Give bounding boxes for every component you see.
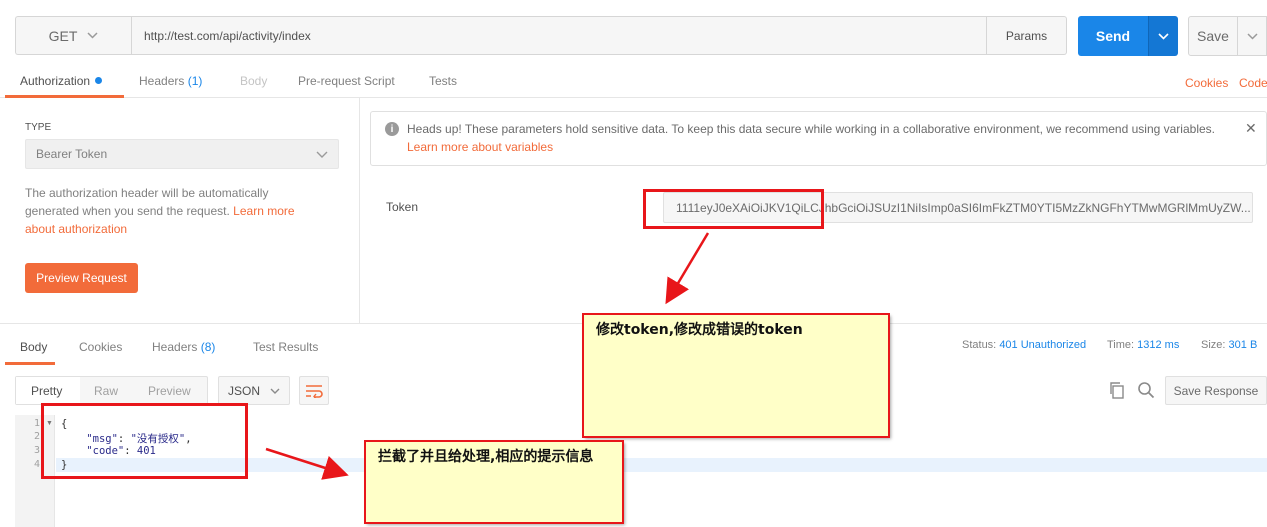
- annotation-arrows: [265, 232, 710, 480]
- annotation-note-border: [364, 440, 624, 524]
- annotation-note-border: [582, 313, 890, 438]
- arrow-to-token-note: [665, 232, 710, 305]
- arrow-to-response-note: [265, 447, 349, 480]
